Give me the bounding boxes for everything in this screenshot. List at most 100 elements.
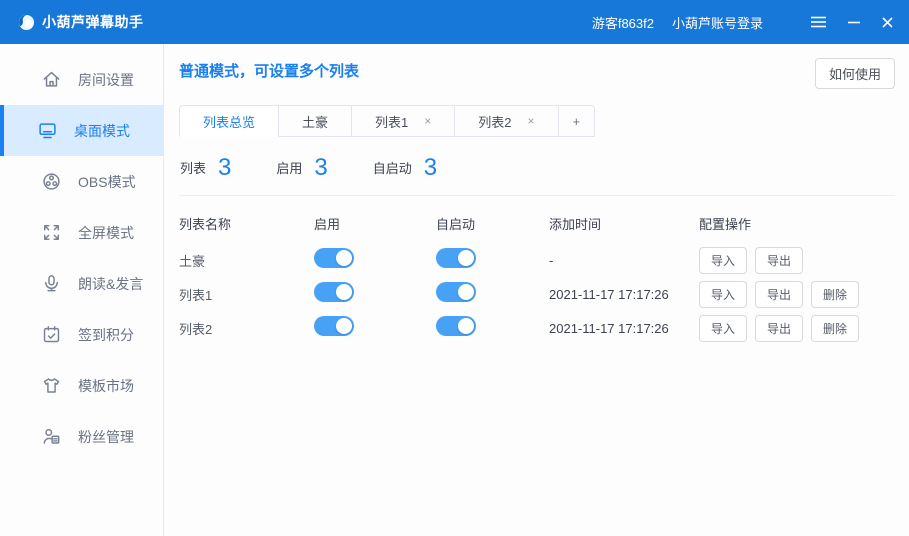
sidebar-item-obs[interactable]: OBS模式 — [0, 156, 163, 207]
add-icon: + — [573, 114, 581, 129]
toggle-knob — [336, 318, 352, 334]
added-time: 2021-11-17 17:17:26 — [549, 287, 699, 302]
sidebar-item-label: 朗读&发言 — [78, 274, 143, 294]
row-actions: 导入导出删除 — [699, 281, 895, 308]
stat-label: 自启动 — [373, 158, 412, 180]
tab-bar: 列表总览 土豪 列表1 × 列表2 × + — [179, 105, 895, 137]
close-icon[interactable] — [882, 17, 893, 28]
enable-toggle[interactable] — [314, 282, 354, 302]
sidebar-item-label: 签到积分 — [78, 325, 134, 345]
autostart-toggle[interactable] — [436, 316, 476, 336]
toggle-knob — [458, 318, 474, 334]
sidebar-item-tshirt[interactable]: 模板市场 — [0, 360, 163, 411]
titlebar: 小葫芦弹幕助手 游客f863f2 小葫芦账号登录 — [0, 0, 909, 44]
enable-toggle[interactable] — [314, 248, 354, 268]
tab-label: 列表1 — [375, 112, 408, 131]
added-time: 2021-11-17 17:17:26 — [549, 321, 699, 336]
table-row: 土豪 -导入导出 — [179, 243, 895, 277]
tab-3[interactable]: 列表1 × — [352, 105, 455, 137]
stat-0: 列表 3 — [180, 156, 231, 180]
sidebar-item-label: 全屏模式 — [78, 223, 134, 243]
import-button[interactable]: 导入 — [699, 247, 747, 274]
autostart-toggle[interactable] — [436, 248, 476, 268]
calendar-check-icon — [42, 325, 61, 344]
toggle-knob — [458, 250, 474, 266]
tab-1[interactable]: 列表总览 — [179, 105, 279, 137]
main-content: 普通模式，可设置多个列表 如何使用 列表总览土豪列表1×列表2×+ 列表3启用3… — [164, 44, 909, 536]
list-name: 列表2 — [179, 319, 314, 338]
column-header: 列表名称 — [179, 214, 314, 233]
page-title: 普通模式，可设置多个列表 — [179, 60, 359, 81]
add-tab-button[interactable]: + — [559, 105, 596, 137]
sidebar-item-home[interactable]: 房间设置 — [0, 54, 163, 105]
menu-icon[interactable] — [811, 16, 826, 28]
column-header: 添加时间 — [549, 214, 699, 233]
delete-button[interactable]: 删除 — [811, 281, 859, 308]
sidebar-item-fullscreen[interactable]: 全屏模式 — [0, 207, 163, 258]
obs-icon — [42, 172, 61, 191]
guest-account-label[interactable]: 游客f863f2 — [592, 13, 654, 32]
tab-2[interactable]: 土豪 — [279, 105, 352, 137]
titlebar-left: 小葫芦弹幕助手 — [18, 12, 144, 32]
export-button[interactable]: 导出 — [755, 315, 803, 342]
toggle-knob — [336, 250, 352, 266]
app-body: 房间设置桌面模式 OBS模式全屏模式朗读&发言签到积分模板市场粉丝管理 普通模式，… — [0, 44, 909, 536]
tab-4[interactable]: 列表2 × — [455, 105, 558, 137]
stats-divider — [179, 195, 895, 196]
list-name: 土豪 — [179, 251, 314, 270]
stat-label: 启用 — [276, 158, 302, 180]
row-actions: 导入导出删除 — [699, 315, 895, 342]
fans-icon — [42, 427, 61, 446]
sidebar-item-label: 模板市场 — [78, 376, 134, 396]
table-row: 列表2 2021-11-17 17:17:26导入导出删除 — [179, 311, 895, 345]
column-header: 启用 — [314, 214, 436, 233]
stat-value: 3 — [314, 156, 327, 180]
titlebar-right: 游客f863f2 小葫芦账号登录 — [592, 13, 893, 32]
import-button[interactable]: 导入 — [699, 281, 747, 308]
sidebar-item-label: 粉丝管理 — [78, 427, 134, 447]
column-header: 配置操作 — [699, 214, 895, 233]
table-header-row: 列表名称启用自启动添加时间配置操作 — [179, 203, 895, 243]
tab-label: 列表2 — [478, 112, 511, 131]
enable-toggle[interactable] — [314, 316, 354, 336]
app-logo-icon — [18, 14, 35, 31]
toggle-knob — [336, 284, 352, 300]
minimize-icon[interactable] — [848, 16, 860, 28]
list-name: 列表1 — [179, 285, 314, 304]
tab-close-icon[interactable]: × — [528, 114, 535, 128]
tshirt-icon — [42, 376, 61, 395]
desktop-icon — [38, 121, 57, 140]
table-row: 列表1 2021-11-17 17:17:26导入导出删除 — [179, 277, 895, 311]
sidebar-item-microphone[interactable]: 朗读&发言 — [0, 258, 163, 309]
stat-value: 3 — [424, 156, 437, 180]
content-header: 普通模式，可设置多个列表 如何使用 — [179, 56, 895, 89]
how-to-use-button[interactable]: 如何使用 — [815, 58, 895, 89]
tab-label: 列表总览 — [203, 112, 255, 131]
stat-label: 列表 — [180, 158, 206, 180]
delete-button[interactable]: 删除 — [811, 315, 859, 342]
stat-1: 启用 3 — [276, 156, 327, 180]
sidebar-item-desktop[interactable]: 桌面模式 — [0, 105, 163, 156]
list-table: 列表名称启用自启动添加时间配置操作土豪-导入导出列表12021-11-17 17… — [179, 203, 895, 345]
tab-close-icon[interactable]: × — [424, 114, 431, 128]
sidebar: 房间设置桌面模式 OBS模式全屏模式朗读&发言签到积分模板市场粉丝管理 — [0, 44, 164, 536]
autostart-toggle[interactable] — [436, 282, 476, 302]
toggle-knob — [458, 284, 474, 300]
fullscreen-icon — [42, 223, 61, 242]
sidebar-item-calendar-check[interactable]: 签到积分 — [0, 309, 163, 360]
account-login-link[interactable]: 小葫芦账号登录 — [672, 13, 763, 32]
sidebar-item-label: 桌面模式 — [74, 121, 130, 141]
stat-2: 自启动 3 — [373, 156, 437, 180]
import-button[interactable]: 导入 — [699, 315, 747, 342]
export-button[interactable]: 导出 — [755, 247, 803, 274]
stats-row: 列表 3 启用 3 自启动 3 — [179, 156, 895, 180]
export-button[interactable]: 导出 — [755, 281, 803, 308]
added-time: - — [549, 253, 699, 268]
home-icon — [42, 70, 61, 89]
tab-label: 土豪 — [302, 112, 328, 131]
stat-value: 3 — [218, 156, 231, 180]
sidebar-item-fans[interactable]: 粉丝管理 — [0, 411, 163, 462]
microphone-icon — [42, 274, 61, 293]
app-title: 小葫芦弹幕助手 — [42, 12, 144, 32]
sidebar-item-label: 房间设置 — [78, 70, 134, 90]
